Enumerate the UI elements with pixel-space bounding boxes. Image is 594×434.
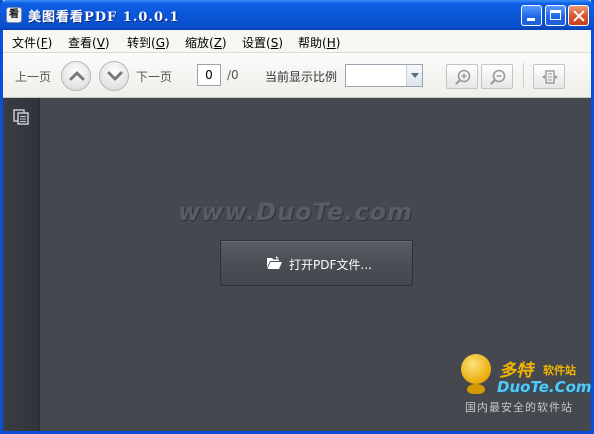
next-page-button[interactable]: [99, 61, 129, 91]
app-icon[interactable]: 看: [6, 7, 22, 23]
prev-page-button[interactable]: [61, 61, 91, 91]
zoom-in-icon: [455, 69, 471, 85]
page-number-input[interactable]: 0: [197, 64, 221, 86]
prev-page-label[interactable]: 上一页: [15, 68, 51, 85]
toolbar-separator: [523, 63, 524, 89]
fit-page-button[interactable]: [533, 64, 565, 89]
folder-open-icon: [267, 256, 282, 269]
fit-page-icon: [542, 70, 558, 84]
open-pdf-label: 打开PDF文件...: [289, 258, 372, 272]
dropdown-arrow-icon[interactable]: [406, 65, 422, 86]
zoom-ratio-label: 当前显示比例: [265, 70, 338, 84]
zoom-in-button[interactable]: [446, 64, 478, 89]
menu-view[interactable]: 查看(V): [68, 34, 110, 51]
window-title: 美图看看PDF 1.0.0.1: [28, 10, 180, 25]
close-button[interactable]: [568, 5, 589, 26]
logo-brand-en: DuoTe.Com: [497, 378, 592, 396]
minimize-button[interactable]: [521, 5, 542, 26]
watermark: www.DuoTe.com: [178, 198, 413, 226]
zoom-out-icon: [490, 69, 506, 85]
toolbar: 上一页 下一页 0 /0 当前显示比例: [3, 53, 591, 98]
title-bar[interactable]: 看 美图看看PDF 1.0.0.1: [0, 0, 594, 30]
next-page-label[interactable]: 下一页: [136, 68, 172, 85]
menu-help[interactable]: 帮助(H): [298, 34, 340, 51]
maximize-button[interactable]: [545, 5, 566, 26]
thumbnails-icon[interactable]: [13, 109, 29, 125]
page-total: /0: [227, 68, 239, 82]
menu-goto[interactable]: 转到(G): [127, 34, 170, 51]
logo-tagline: 国内最安全的软件站: [465, 401, 573, 414]
zoom-out-button[interactable]: [481, 64, 513, 89]
menu-bar: 文件(F) 查看(V) 转到(G) 缩放(Z) 设置(S) 帮助(H): [3, 30, 591, 53]
menu-file[interactable]: 文件(F): [12, 34, 52, 51]
thumbnail-sidebar: [3, 98, 40, 431]
chevron-up-icon: [69, 71, 85, 81]
duote-logo-mascot-icon: [461, 354, 491, 394]
zoom-ratio-select[interactable]: [345, 64, 423, 87]
menu-zoom[interactable]: 缩放(Z): [185, 34, 227, 51]
menu-settings[interactable]: 设置(S): [242, 34, 283, 51]
logo-brand-small: 软件站: [543, 364, 576, 377]
chevron-down-icon: [107, 71, 123, 81]
app-window: 看 美图看看PDF 1.0.0.1 文件(F) 查看(V) 转到(G) 缩放(Z…: [0, 0, 594, 434]
open-pdf-button[interactable]: 打开PDF文件...: [220, 240, 413, 286]
